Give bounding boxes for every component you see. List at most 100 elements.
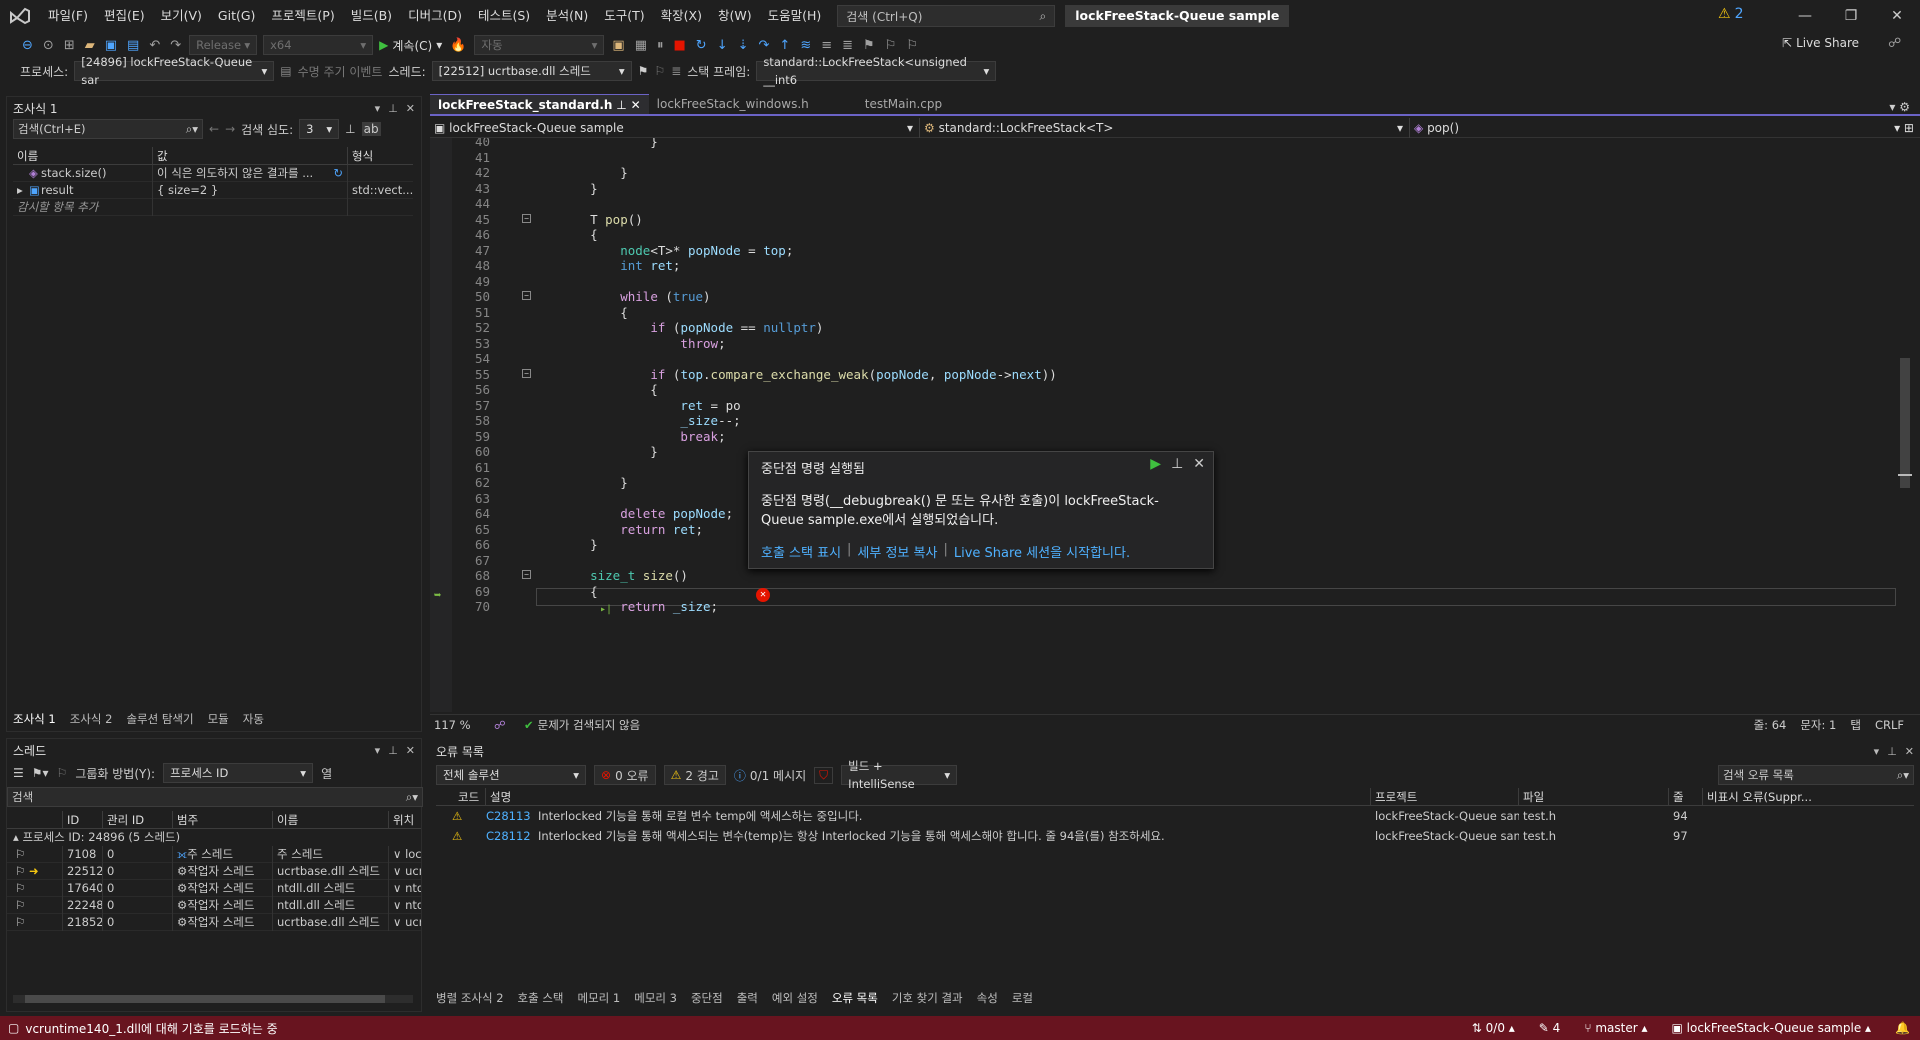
flag-filter-icon[interactable]: ⚐ [654, 64, 665, 78]
group-by-dropdown[interactable]: 프로세스 ID ▾ [163, 763, 314, 783]
file-explorer-icon[interactable]: ▣ [610, 38, 626, 53]
close-icon[interactable]: ✕ [406, 102, 415, 115]
platform-dropdown[interactable]: x64 ▾ [263, 35, 374, 55]
tab-overflow-icon[interactable]: ▾ ⚙ [1889, 100, 1920, 114]
tab-error-list[interactable]: 오류 목록 [832, 990, 878, 1006]
flag-icon[interactable]: ⚐ [15, 915, 25, 929]
show-call-stack-link[interactable]: 호출 스택 표시 [761, 542, 841, 561]
flag-icon[interactable]: ⚑▾ [32, 766, 49, 780]
watch-row[interactable]: ▸ ▣ result { size=2 } std::vect... [13, 181, 413, 199]
collapse-toggle-icon[interactable]: − [522, 368, 531, 378]
error-code-link[interactable]: C28113 [486, 809, 531, 823]
menu-test[interactable]: 테스트(S) [470, 0, 538, 32]
column-type[interactable]: 형식 [348, 147, 413, 165]
bookmark-icon[interactable]: ⚑ [861, 38, 877, 53]
editor-vertical-scrollbar[interactable] [1898, 138, 1912, 712]
stop-icon[interactable]: ■ [672, 38, 688, 53]
column-name[interactable]: 이름 [273, 810, 389, 829]
menu-file[interactable]: 파일(F) [40, 0, 96, 32]
live-share-button[interactable]: ⇱ Live Share [1782, 36, 1859, 50]
panel-menu-icon[interactable]: ▾ [375, 102, 381, 115]
pause-icon[interactable]: ⏸ [655, 38, 666, 53]
thread-row[interactable]: ⚐ 7108 0 ⟗주 스레드 주 스레드 ∨ locl [7, 845, 421, 863]
issues-status[interactable]: 문제가 검색되지 않음 [538, 717, 641, 733]
error-list-search-input[interactable]: 검색 오류 목록 ⌕▾ [1718, 765, 1914, 785]
tab-autos[interactable]: 자동 [243, 711, 264, 727]
error-row[interactable]: ⚠ C28112 Interlocked 기능을 통해 액세스되는 변수(tem… [436, 826, 1920, 846]
tab-indicator[interactable]: 탭 [1850, 717, 1861, 733]
step-over-icon[interactable]: ↷ [757, 38, 772, 53]
source-control-changes[interactable]: ⇅ 0/0 ▴ [1472, 1021, 1515, 1035]
layout-icon[interactable]: ▦ [633, 38, 649, 53]
search-depth-dropdown[interactable]: 3 ▾ [299, 119, 340, 139]
menu-extensions[interactable]: 확장(X) [653, 0, 710, 32]
scope-dropdown[interactable]: ⚙ standard::LockFreeStack<T> ▾ [920, 117, 1410, 138]
repository-selector[interactable]: ▣ lockFreeStack-Queue sample ▴ [1672, 1021, 1872, 1035]
forward-arrow-icon[interactable]: → [225, 122, 235, 136]
chevron-down-icon[interactable]: ∨ [393, 847, 401, 861]
tab-properties[interactable]: 속성 [977, 990, 998, 1006]
panel-menu-icon[interactable]: ▾ [375, 744, 381, 757]
startup-item-dropdown[interactable]: 자동 ▾ [474, 35, 605, 55]
column-file[interactable]: 파일 [1519, 787, 1669, 806]
menu-tools[interactable]: 도구(T) [596, 0, 652, 32]
scrollbar-thumb[interactable] [25, 995, 385, 1003]
column-location[interactable]: 위치 [389, 811, 421, 829]
thread-dropdown[interactable]: [22512] ucrtbase.dll 스레드 ▾ [431, 61, 632, 81]
tab-locals[interactable]: 로컬 [1012, 990, 1033, 1006]
chevron-down-icon[interactable]: ∨ [393, 864, 401, 878]
collapse-toggle-icon[interactable]: − [522, 570, 531, 579]
run-to-click-icon[interactable]: ▸| [600, 604, 612, 615]
pin-icon[interactable]: ⊥ [388, 102, 398, 115]
tab-memory-3[interactable]: 메모리 3 [634, 990, 677, 1006]
expand-icon[interactable]: ▸ [17, 182, 23, 199]
tab-memory-1[interactable]: 메모리 1 [578, 990, 621, 1006]
menu-project[interactable]: 프로젝트(P) [263, 0, 342, 32]
threads-search-input[interactable]: 검색 ⌕▾ [7, 787, 423, 807]
watch-search-input[interactable]: 검색(Ctrl+E) ⌕▾ [13, 119, 203, 139]
tab-find-symbol-results[interactable]: 기호 찾기 결과 [892, 990, 963, 1006]
tab-watch-2[interactable]: 조사식 2 [70, 711, 113, 727]
code-editor[interactable]: ➥ 40 } 41 42 } 43 } 44 45 T pop() 46 {47 node<… [430, 138, 1898, 712]
process-dropdown[interactable]: [24896] lockFreeStack-Queue sar ▾ [74, 55, 275, 87]
comment-icon[interactable]: ≡ [819, 38, 834, 53]
error-row[interactable]: ⚠ C28113 Interlocked 기능을 통해 로컬 변수 temp에 … [436, 806, 1920, 826]
continue-play-icon[interactable]: ▶ [1150, 456, 1161, 472]
tab-testmain[interactable]: testMain.cpp [857, 94, 950, 114]
restore-button[interactable]: ❐ [1828, 0, 1874, 32]
chevron-down-icon[interactable]: ∨ [393, 881, 401, 895]
menu-build[interactable]: 빌드(B) [343, 0, 400, 32]
thread-row-current[interactable]: ⚐ ➜ 22512 0 ⚙작업자 스레드 ucrtbase.dll 스레드 ∨ … [7, 862, 421, 880]
step-into-icon[interactable]: ↓ [715, 38, 730, 53]
notifications-button[interactable]: ⚠ 2 [1718, 6, 1743, 22]
tab-lockfreestack-windows[interactable]: lockFreeStack_windows.h [649, 94, 817, 114]
tab-modules[interactable]: 모듈 [208, 711, 229, 727]
notification-bell-icon[interactable]: 🔔 [1895, 1021, 1910, 1035]
back-icon[interactable]: ⊖ [20, 38, 35, 53]
redo-icon[interactable]: ↷ [168, 38, 183, 53]
thread-row[interactable]: ⚐ 17640 0 ⚙작업자 스레드 ntdll.dll 스레드 ∨ ntd [7, 879, 421, 897]
tab-exception-settings[interactable]: 예외 설정 [772, 990, 818, 1006]
pin-icon[interactable]: ⊥ [1171, 456, 1183, 472]
close-icon[interactable]: ✕ [1193, 456, 1205, 472]
branch-selector[interactable]: ⑂ master ▴ [1584, 1021, 1647, 1035]
start-live-share-link[interactable]: Live Share 세션을 시작합니다. [954, 542, 1130, 561]
pin-icon[interactable]: ⊥ [388, 744, 398, 757]
close-window-button[interactable]: ✕ [1874, 0, 1920, 32]
minimize-button[interactable]: — [1782, 0, 1828, 32]
columns-label[interactable]: 열 [321, 765, 332, 782]
column-managed-id[interactable]: 관리 ID [103, 810, 173, 829]
tab-output[interactable]: 출력 [737, 990, 758, 1006]
thread-group-row[interactable]: ▴ 프로세스 ID: 24896 (5 스레드) [7, 829, 421, 846]
column-code[interactable]: 코드 [436, 787, 486, 806]
back-arrow-icon[interactable]: ← [209, 122, 219, 136]
flag-icon[interactable]: ⚐ [15, 898, 25, 912]
refresh-icon[interactable]: ↻ [333, 165, 347, 182]
member-dropdown[interactable]: ◈ pop() ▾ ⊞ [1410, 118, 1920, 138]
menu-edit[interactable]: 편집(E) [96, 0, 153, 32]
pin-source-icon[interactable]: ⊥ [345, 122, 355, 136]
horizontal-scrollbar[interactable] [13, 995, 413, 1003]
column-line[interactable]: 줄 [1669, 787, 1703, 806]
menu-analyze[interactable]: 분석(N) [538, 0, 596, 32]
feedback-icon[interactable]: ☍ [1886, 36, 1903, 51]
